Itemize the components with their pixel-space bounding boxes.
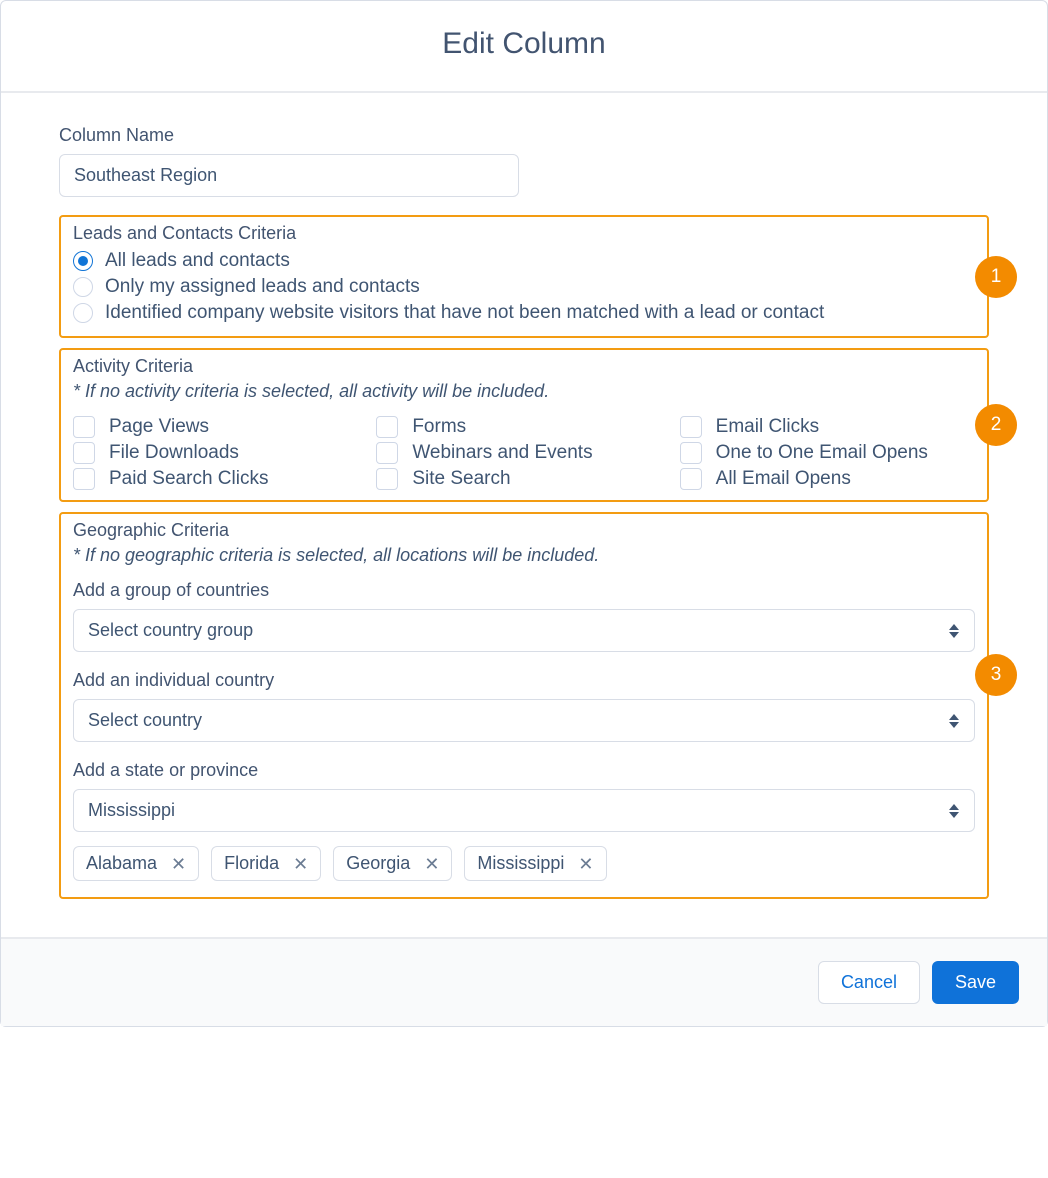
radio-icon (73, 277, 93, 297)
check-one-to-one-opens[interactable]: One to One Email Opens (680, 442, 975, 464)
geo-criteria-hint: * If no geographic criteria is selected,… (73, 545, 975, 566)
check-label: Webinars and Events (412, 442, 592, 464)
pill-label: Mississippi (477, 853, 564, 874)
pill-alabama: Alabama ✕ (73, 846, 199, 881)
check-paid-search-clicks[interactable]: Paid Search Clicks (73, 468, 368, 490)
check-file-downloads[interactable]: File Downloads (73, 442, 368, 464)
callout-badge-1: 1 (975, 256, 1017, 298)
callout-badge-3: 3 (975, 654, 1017, 696)
country-label: Add an individual country (73, 670, 975, 691)
activity-criteria-section: 2 Activity Criteria * If no activity cri… (59, 348, 989, 502)
check-label: Paid Search Clicks (109, 468, 268, 490)
checkbox-icon (73, 416, 95, 438)
selected-states-pills: Alabama ✕ Florida ✕ Georgia ✕ Mississipp… (73, 846, 975, 881)
checkbox-icon (73, 442, 95, 464)
close-icon[interactable]: ✕ (578, 855, 593, 873)
modal-footer: Cancel Save (1, 937, 1047, 1026)
checkbox-icon (376, 468, 398, 490)
check-all-email-opens[interactable]: All Email Opens (680, 468, 975, 490)
modal-header: Edit Column (1, 1, 1047, 93)
leads-criteria-heading: Leads and Contacts Criteria (73, 223, 975, 244)
pill-label: Alabama (86, 853, 157, 874)
check-label: One to One Email Opens (716, 442, 928, 464)
checkbox-icon (680, 442, 702, 464)
edit-column-modal: Edit Column Column Name 1 Leads and Cont… (0, 0, 1048, 1027)
pill-florida: Florida ✕ (211, 846, 321, 881)
checkbox-icon (680, 416, 702, 438)
country-group-field: Add a group of countries Select country … (73, 580, 975, 652)
modal-title: Edit Column (21, 27, 1027, 61)
close-icon[interactable]: ✕ (171, 855, 186, 873)
check-page-views[interactable]: Page Views (73, 416, 368, 438)
close-icon[interactable]: ✕ (293, 855, 308, 873)
geo-criteria-heading: Geographic Criteria (73, 520, 975, 541)
radio-icon (73, 303, 93, 323)
checkbox-icon (376, 442, 398, 464)
radio-label: All leads and contacts (105, 250, 290, 272)
checkbox-icon (680, 468, 702, 490)
country-group-select[interactable]: Select country group (73, 609, 975, 652)
pill-label: Florida (224, 853, 279, 874)
column-name-input[interactable] (59, 154, 519, 197)
radio-my-assigned[interactable]: Only my assigned leads and contacts (73, 274, 975, 300)
check-label: File Downloads (109, 442, 239, 464)
country-select[interactable]: Select country (73, 699, 975, 742)
radio-icon (73, 251, 93, 271)
column-name-label: Column Name (59, 125, 989, 146)
check-forms[interactable]: Forms (376, 416, 671, 438)
radio-label: Identified company website visitors that… (105, 302, 824, 324)
state-field: Add a state or province Mississippi Alab… (73, 760, 975, 881)
select-value: Select country (88, 710, 202, 731)
cancel-button[interactable]: Cancel (818, 961, 920, 1004)
select-value: Mississippi (88, 800, 175, 821)
callout-badge-2: 2 (975, 404, 1017, 446)
check-webinars-events[interactable]: Webinars and Events (376, 442, 671, 464)
check-label: Forms (412, 416, 466, 438)
column-name-field: Column Name (59, 125, 989, 197)
geographic-criteria-section: 3 Geographic Criteria * If no geographic… (59, 512, 989, 899)
close-icon[interactable]: ✕ (424, 855, 439, 873)
pill-label: Georgia (346, 853, 410, 874)
state-select[interactable]: Mississippi (73, 789, 975, 832)
radio-all-leads[interactable]: All leads and contacts (73, 248, 975, 274)
radio-label: Only my assigned leads and contacts (105, 276, 420, 298)
country-field: Add an individual country Select country (73, 670, 975, 742)
activity-checkbox-grid: Page Views Forms Email Clicks File Downl… (73, 416, 975, 490)
check-email-clicks[interactable]: Email Clicks (680, 416, 975, 438)
state-label: Add a state or province (73, 760, 975, 781)
check-site-search[interactable]: Site Search (376, 468, 671, 490)
radio-identified-visitors[interactable]: Identified company website visitors that… (73, 300, 975, 326)
check-label: Page Views (109, 416, 209, 438)
save-button[interactable]: Save (932, 961, 1019, 1004)
pill-mississippi: Mississippi ✕ (464, 846, 606, 881)
select-value: Select country group (88, 620, 253, 641)
checkbox-icon (376, 416, 398, 438)
check-label: Site Search (412, 468, 510, 490)
check-label: All Email Opens (716, 468, 851, 490)
checkbox-icon (73, 468, 95, 490)
modal-body: Column Name 1 Leads and Contacts Criteri… (1, 93, 1047, 937)
activity-criteria-hint: * If no activity criteria is selected, a… (73, 381, 975, 402)
activity-criteria-heading: Activity Criteria (73, 356, 975, 377)
leads-criteria-section: 1 Leads and Contacts Criteria All leads … (59, 215, 989, 338)
pill-georgia: Georgia ✕ (333, 846, 452, 881)
country-group-label: Add a group of countries (73, 580, 975, 601)
check-label: Email Clicks (716, 416, 819, 438)
